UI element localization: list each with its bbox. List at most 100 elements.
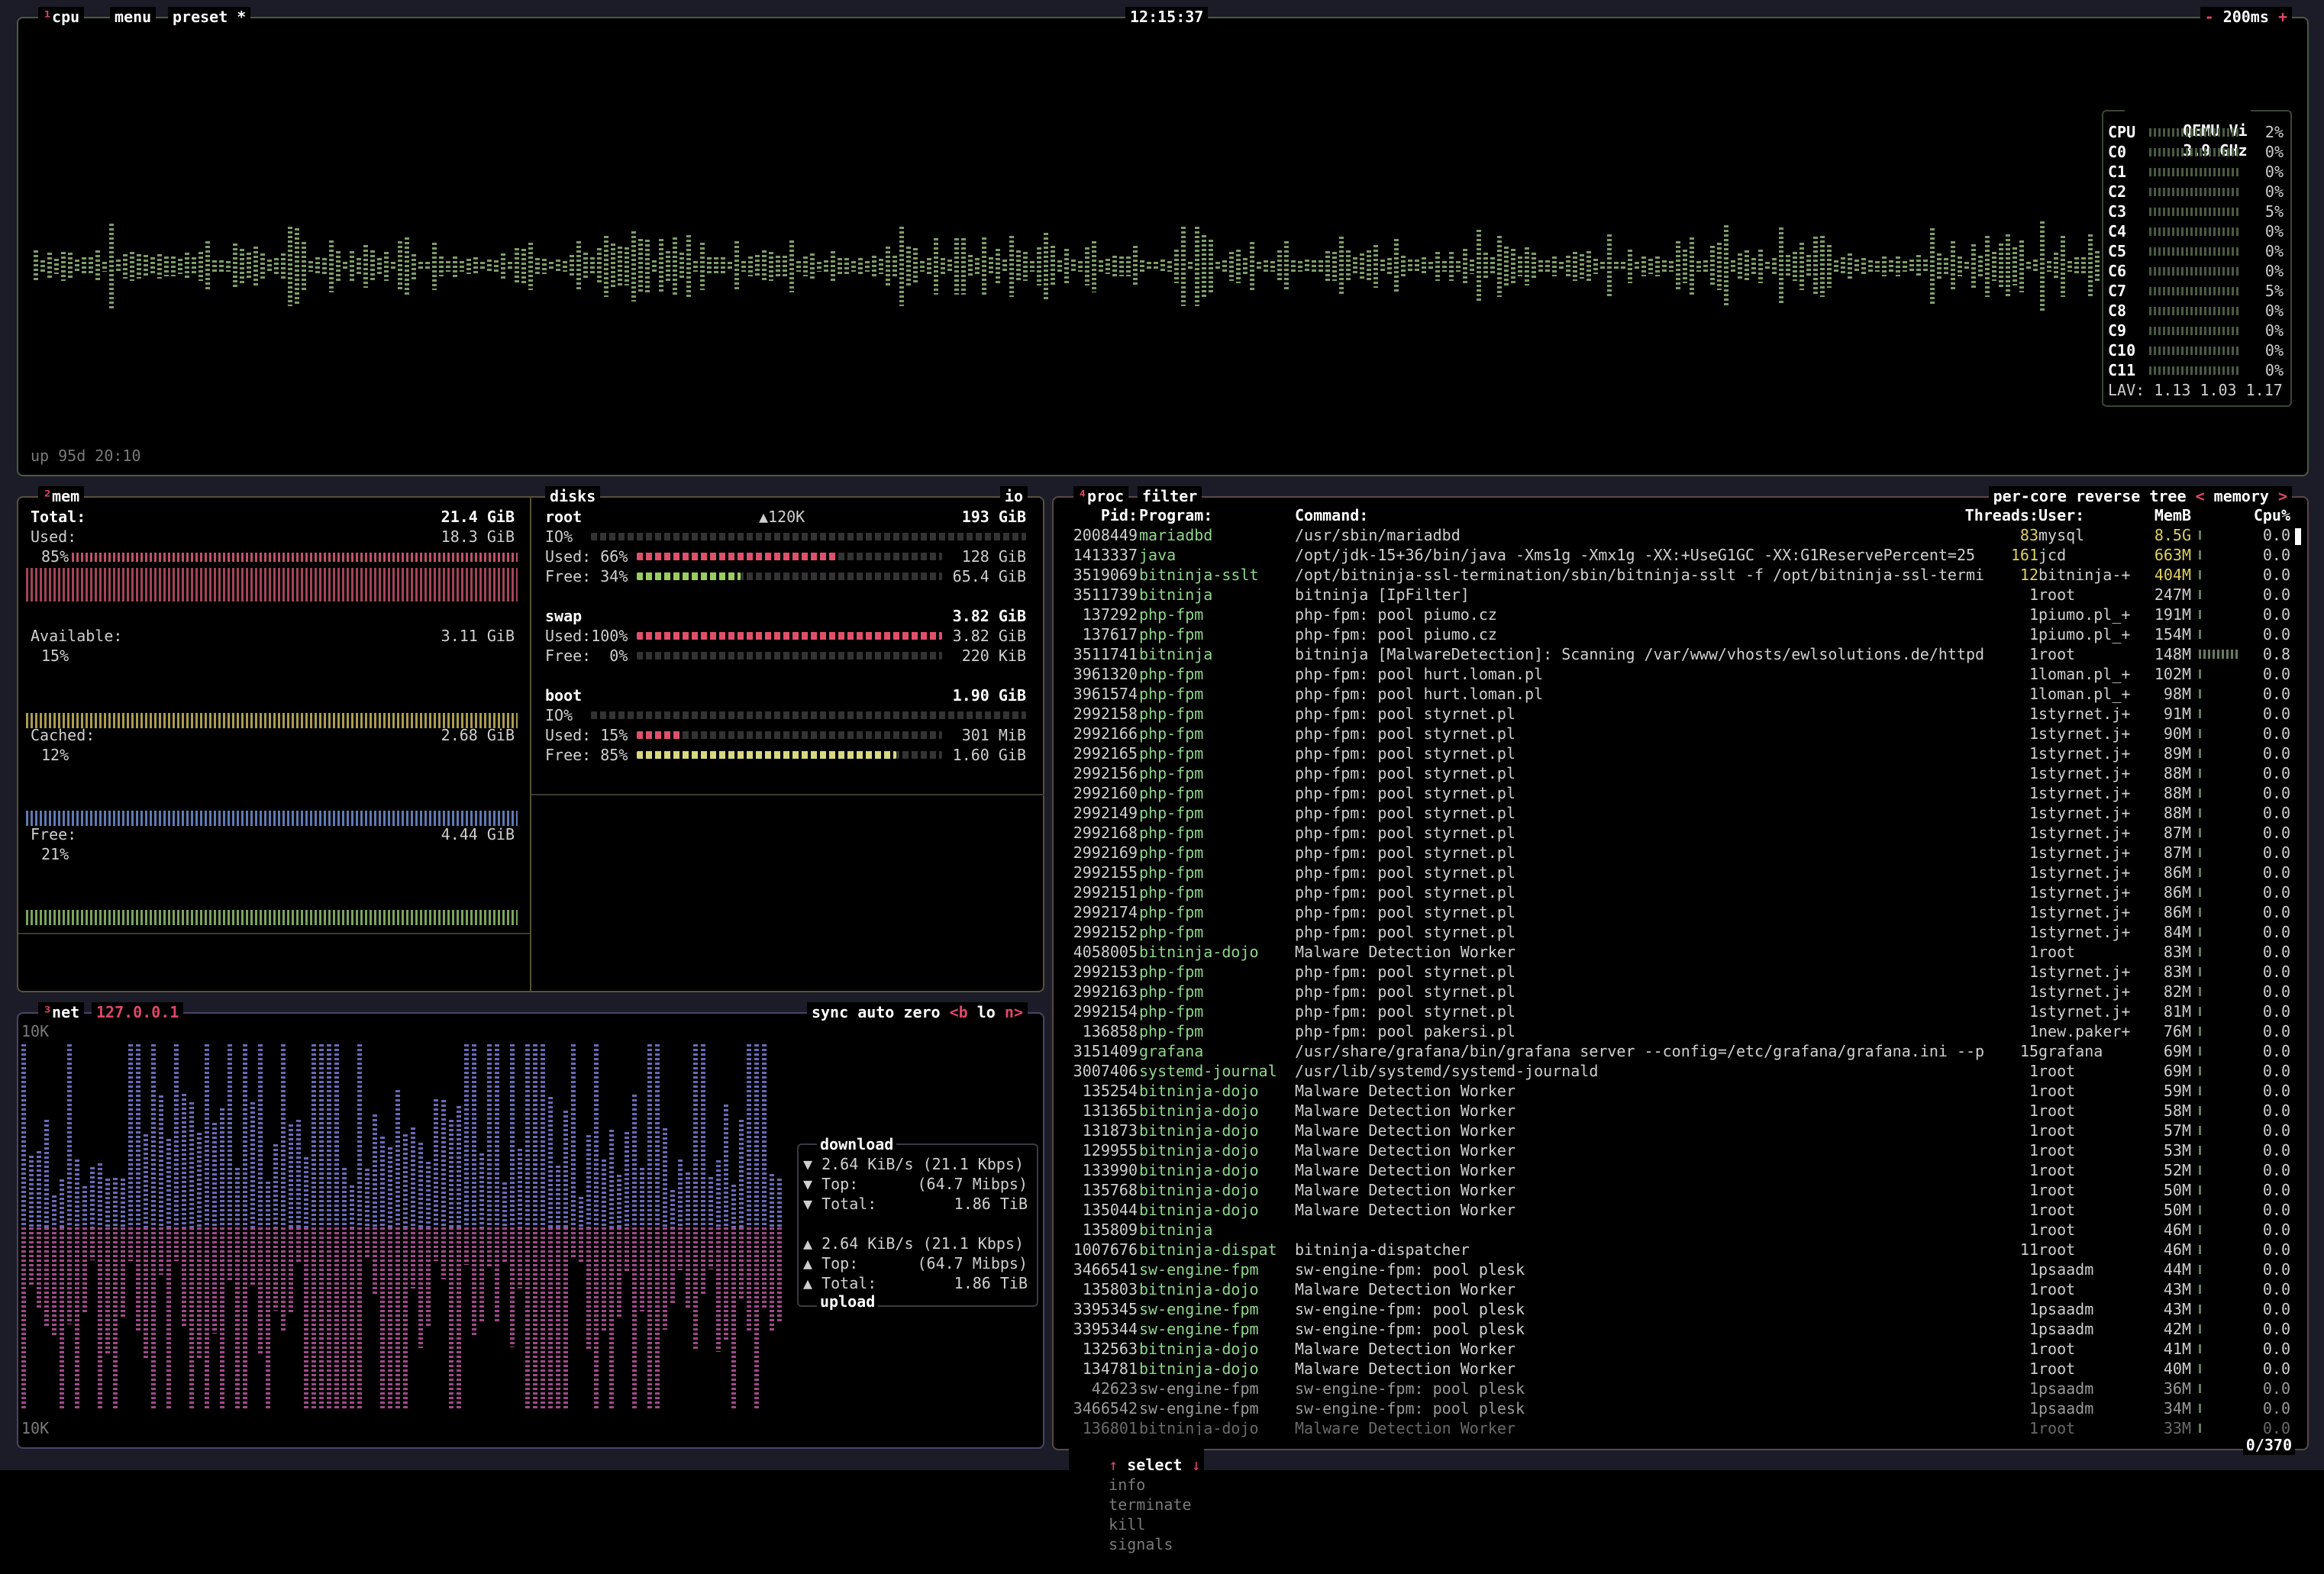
- proc-cpu: 0.0: [2262, 724, 2290, 743]
- proc-program: bitninja-dojo: [1139, 1101, 1259, 1120]
- col-user[interactable]: User:: [2038, 505, 2084, 525]
- preset-button[interactable]: preset *: [168, 7, 251, 27]
- net-download-column: [281, 1044, 286, 1227]
- net-download-column: [60, 1179, 64, 1227]
- cpu-graph-column: [1937, 253, 1942, 280]
- cpu-graph-column: [803, 256, 808, 276]
- cpu-graph-column: [762, 250, 767, 283]
- col-program[interactable]: Program:: [1139, 505, 1212, 525]
- net-upload-column: [105, 1227, 110, 1356]
- cpu-total-row: CPU 2%: [2108, 122, 2284, 142]
- net-upload-column: [174, 1227, 179, 1261]
- net-sync-toggle[interactable]: sync: [812, 1003, 848, 1021]
- per-core-toggle[interactable]: per-core: [1993, 487, 2067, 505]
- cpu-title[interactable]: cpu: [52, 8, 79, 26]
- cpu-graph-column: [116, 260, 121, 273]
- proc-command: Malware Detection Worker: [1295, 1360, 1515, 1378]
- signals-button[interactable]: signals: [1109, 1535, 1173, 1553]
- proc-pid: 2992160: [1073, 784, 1138, 802]
- scrollbar-thumb[interactable]: [2295, 528, 2301, 545]
- menu-button[interactable]: mmenu: [110, 7, 157, 27]
- col-cpu[interactable]: Cpu%: [2245, 505, 2290, 525]
- net-upload-column: [235, 1227, 240, 1411]
- net-download-column: [655, 1044, 660, 1227]
- cpu-graph-column: [308, 261, 313, 272]
- cpu-graph-column: [1573, 252, 1577, 281]
- col-memb[interactable]: MemB: [2145, 505, 2191, 525]
- proc-user: root: [2038, 1062, 2076, 1080]
- cpu-graph-column: [1944, 257, 1948, 276]
- interval-control[interactable]: - 200ms +: [2200, 7, 2292, 27]
- cpu-graph-column: [934, 237, 938, 295]
- interval-plus-button[interactable]: +: [2278, 8, 2287, 26]
- net-title[interactable]: net: [52, 1003, 79, 1021]
- proc-program: grafana: [1139, 1042, 1204, 1060]
- proc-memb: 91M: [2163, 705, 2191, 723]
- cpu-graph-column: [1325, 250, 1330, 282]
- proc-cpu-graph: [2199, 1185, 2203, 1195]
- terminate-button[interactable]: terminate: [1109, 1495, 1191, 1514]
- net-upload-column: [716, 1227, 721, 1352]
- net-auto-toggle[interactable]: auto: [857, 1003, 894, 1021]
- net-download-column: [113, 1177, 118, 1227]
- proc-command: Malware Detection Worker: [1295, 1101, 1515, 1120]
- net-download-column: [502, 1182, 507, 1227]
- proc-threads: 1: [2029, 1002, 2038, 1021]
- cpu-graph-column: [68, 252, 73, 281]
- proc-threads: 1: [2029, 744, 2038, 763]
- col-command[interactable]: Command:: [1295, 505, 1368, 525]
- cpu-graph-column: [1861, 258, 1866, 275]
- proc-program: php-fpm: [1139, 724, 1204, 743]
- cpu-graph-column: [831, 251, 835, 282]
- net-zero-toggle[interactable]: zero: [903, 1003, 940, 1021]
- cpu-graph-column: [1037, 247, 1041, 286]
- proc-title[interactable]: proc: [1087, 487, 1124, 505]
- proc-user: styrnet.j+: [2038, 744, 2131, 763]
- proc-pid: 2992155: [1073, 863, 1138, 882]
- cpu-core-pct: 0%: [2264, 242, 2284, 260]
- cpu-graph-column: [425, 261, 430, 272]
- proc-cpu: 0.0: [2262, 705, 2290, 723]
- net-download-column: [121, 1178, 125, 1227]
- col-threads[interactable]: Threads:: [1954, 505, 2038, 525]
- cpu-graph-column: [508, 261, 512, 272]
- mem-title[interactable]: mem: [52, 487, 79, 505]
- proc-threads: 1: [2029, 1280, 2038, 1298]
- mem-free-pct: 21%: [41, 845, 69, 863]
- interval-value: 200ms: [2222, 8, 2269, 26]
- proc-cpu: 0.0: [2262, 1320, 2290, 1338]
- cpu-graph-column: [75, 260, 79, 273]
- sort-selector[interactable]: memory: [2214, 487, 2269, 505]
- cpu-graph-column: [1133, 245, 1138, 288]
- cpu-core-row: C11 0%: [2108, 360, 2284, 380]
- cpu-core-pct: 0%: [2264, 321, 2284, 340]
- filter-button[interactable]: ffilter: [1138, 486, 1202, 506]
- cpu-graph-column: [2054, 252, 2058, 281]
- select-button[interactable]: select: [1127, 1456, 1182, 1474]
- proc-memb: 86M: [2163, 883, 2191, 902]
- cpu-graph-column: [363, 245, 368, 288]
- tree-toggle[interactable]: tree: [2149, 487, 2186, 505]
- proc-user: psaadm: [2038, 1399, 2094, 1418]
- proc-user: styrnet.j+: [2038, 863, 2131, 882]
- kill-button[interactable]: kill: [1109, 1515, 1145, 1534]
- cpu-graph-column: [357, 258, 361, 275]
- proc-threads: 1: [2029, 1419, 2038, 1437]
- proc-memb: 84M: [2163, 923, 2191, 941]
- cpu-graph-column: [226, 260, 231, 273]
- info-button[interactable]: info: [1109, 1476, 1145, 1494]
- interval-minus-button[interactable]: -: [2205, 8, 2214, 26]
- net-download-column: [548, 1096, 553, 1227]
- proc-command: /usr/lib/systemd/systemd-journald: [1295, 1062, 1599, 1080]
- net-upload-column: [777, 1227, 782, 1324]
- proc-pid: 2992152: [1073, 923, 1138, 941]
- proc-pid: 135803: [1082, 1280, 1138, 1298]
- proc-command: php-fpm: pool styrnet.pl: [1295, 863, 1515, 882]
- disks-title[interactable]: ddisks: [545, 486, 601, 506]
- reverse-toggle[interactable]: reverse: [2076, 487, 2140, 505]
- cpu-graph-column: [89, 257, 93, 276]
- net-next-button[interactable]: n>: [1005, 1003, 1023, 1021]
- io-toggle[interactable]: io: [999, 486, 1028, 506]
- col-pid[interactable]: Pid:: [1061, 505, 1138, 525]
- net-prev-button[interactable]: <b: [950, 1003, 968, 1021]
